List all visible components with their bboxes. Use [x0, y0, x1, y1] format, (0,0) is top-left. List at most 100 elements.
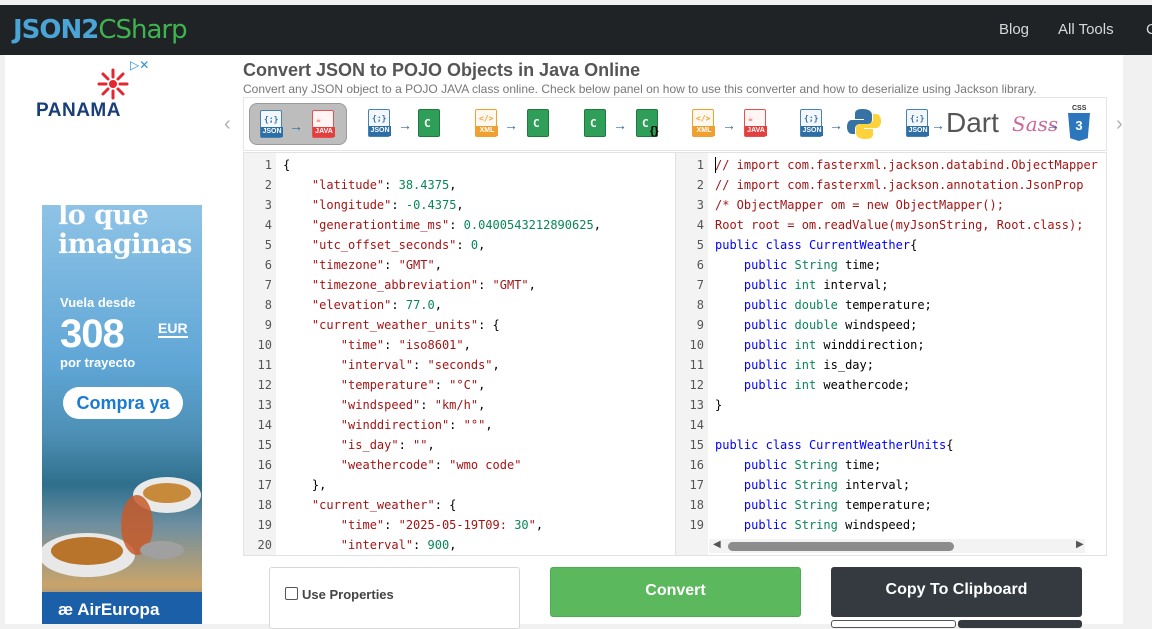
nav-link-blog[interactable]: Blog [999, 21, 1029, 39]
nav-link-all-tools[interactable]: All Tools [1058, 21, 1114, 39]
output-code-line: /* ObjectMapper om = new ObjectMapper(); [715, 198, 1004, 212]
ad-choices-icon[interactable]: ▷✕ [130, 58, 149, 72]
input-line-number: 7 [264, 278, 272, 292]
input-line-number: 17 [257, 478, 272, 492]
carousel-prev-icon[interactable]: ‹ [224, 113, 231, 136]
output-line-number: 17 [689, 478, 704, 492]
output-line-number: 6 [696, 258, 704, 272]
input-line-number: 15 [257, 438, 272, 452]
input-line-number: 11 [257, 358, 272, 372]
input-line-number: 6 [264, 258, 272, 272]
carousel-next-icon[interactable]: › [1116, 113, 1123, 136]
arrow-icon: → [613, 117, 627, 133]
java-output-editor[interactable]: 1 // import com.fasterxml.jackson.databin… [676, 155, 1107, 539]
dart-logo: Dart [946, 107, 999, 138]
output-code-line: public String time; [743, 458, 882, 472]
output-line-number: 1 [696, 158, 704, 172]
xml-file-icon: </> XML [692, 109, 715, 137]
input-code-line: { [283, 158, 291, 172]
output-code-line: public int weathercode; [743, 378, 911, 392]
ad-brand: PANAMA [36, 100, 121, 121]
convert-button[interactable]: Convert [550, 567, 801, 617]
json-file-icon: {;} JSON [906, 109, 929, 137]
input-line-number: 16 [257, 458, 272, 472]
output-line-number: 12 [689, 378, 704, 392]
converter-json-to-dart[interactable]: {;} JSON → Dart [898, 103, 1010, 145]
ad-food-image [42, 477, 201, 577]
ad-airline-name: AirEuropa [77, 600, 160, 619]
input-code-line: "interval": "seconds", [340, 358, 500, 372]
use-properties-label[interactable]: Use Properties [302, 587, 394, 602]
secondary-button-1[interactable] [831, 620, 956, 628]
input-line-number: 8 [264, 298, 272, 312]
scroll-left-icon[interactable]: ◀ [713, 539, 721, 550]
converter-xml-to-csharp[interactable]: </> XML → C [466, 103, 556, 145]
converter-sass-to-css[interactable]: Sass → 3 CSS [1010, 103, 1096, 145]
secondary-button-2[interactable] [958, 620, 1082, 628]
output-line-number: 2 [696, 178, 704, 192]
output-code-line: public double windspeed; [743, 318, 918, 332]
output-line-number: 4 [696, 218, 704, 232]
json-file-icon: {;} JSON [368, 109, 391, 137]
scrollbar-thumb[interactable] [728, 542, 954, 551]
csharp-file-icon: C [527, 109, 549, 137]
csharp-file-icon: C [418, 109, 440, 137]
logo-part-1: JSON2 [13, 15, 99, 45]
copy-to-clipboard-button[interactable]: Copy To Clipboard [831, 567, 1082, 617]
output-code-line: public class CurrentWeatherUnits{ [715, 438, 954, 452]
top-navbar: JSON2CSharp Blog All Tools C [0, 5, 1152, 55]
ad-currency: EUR [158, 320, 188, 338]
arrow-icon: → [1046, 117, 1060, 133]
output-code-line: public String time; [743, 258, 882, 272]
output-code-line: Root root = om.readValue(myJsonString, R… [715, 218, 1084, 232]
nav-link-partial[interactable]: C [1146, 21, 1152, 39]
input-code-line: "timezone_abbreviation": "GMT", [311, 278, 536, 292]
input-line-number: 20 [257, 538, 272, 552]
input-line-number: 10 [257, 338, 272, 352]
input-code-line: "interval": 900, [340, 538, 457, 552]
json-file-icon: {;} JSON [260, 110, 283, 138]
converter-json-to-csharp[interactable]: {;} JSON → C [358, 103, 448, 145]
input-code-line: "is_day": "", [340, 438, 435, 452]
output-line-number: 3 [696, 198, 704, 212]
input-code-line: "current_weather": { [311, 498, 457, 512]
ad-cta-button[interactable]: Compra ya [63, 387, 183, 419]
converter-xml-to-java[interactable]: </> XML → ☕ JAVA [684, 103, 776, 145]
output-code-line: public String interval; [743, 478, 911, 492]
input-code-line: "latitude": 38.4375, [311, 178, 457, 192]
output-line-number: 10 [689, 338, 704, 352]
ad-headline: Más de lo que imaginas [58, 171, 192, 260]
output-code-line: // import com.fasterxml.jackson.databind… [715, 158, 1098, 172]
input-code-line: "weathercode": "wmo code" [340, 458, 522, 472]
page-subtitle: Convert any JSON object to a POJO JAVA c… [243, 82, 1037, 96]
use-properties-checkbox[interactable] [285, 587, 298, 600]
output-line-number: 7 [696, 278, 704, 292]
input-line-number: 1 [264, 158, 272, 172]
output-line-number: 14 [689, 418, 704, 432]
converter-json-to-python[interactable]: {;} JSON → [792, 103, 886, 145]
input-code-line: "winddirection": "°", [340, 418, 493, 432]
output-code-line: public class CurrentWeather{ [715, 238, 918, 252]
converter-json-to-java[interactable]: {;} JSON → ☕ JAVA [249, 103, 347, 145]
json-input-editor[interactable]: 1 {2 "latitude": 38.4375, 3 "longitude": -… [244, 155, 674, 553]
scroll-right-icon[interactable]: ▶ [1076, 539, 1084, 550]
output-code-line: public String temperature; [743, 498, 932, 512]
logo-part-2: CSharp [98, 15, 187, 45]
output-line-number: 8 [696, 298, 704, 312]
input-code-line: "elevation": 77.0, [311, 298, 442, 312]
ad-vuela-label: Vuela desde [60, 295, 136, 310]
input-line-number: 2 [264, 178, 272, 192]
json-file-icon: {;} JSON [800, 109, 823, 137]
output-code-line: public String windspeed; [743, 518, 918, 532]
braces-icon: {} [650, 125, 659, 137]
xml-file-icon: </> XML [475, 109, 498, 137]
output-line-number: 15 [689, 438, 704, 452]
site-logo[interactable]: JSON2CSharp [13, 15, 188, 45]
converter-csharp-to-json[interactable]: C → C {} [576, 103, 668, 145]
output-line-number: 5 [696, 238, 704, 252]
input-line-number: 19 [257, 518, 272, 532]
input-line-number: 3 [264, 198, 272, 212]
input-line-number: 12 [257, 378, 272, 392]
input-code-line: "timezone": "GMT", [311, 258, 442, 272]
ad-airline: æ AirEuropa [58, 600, 160, 619]
